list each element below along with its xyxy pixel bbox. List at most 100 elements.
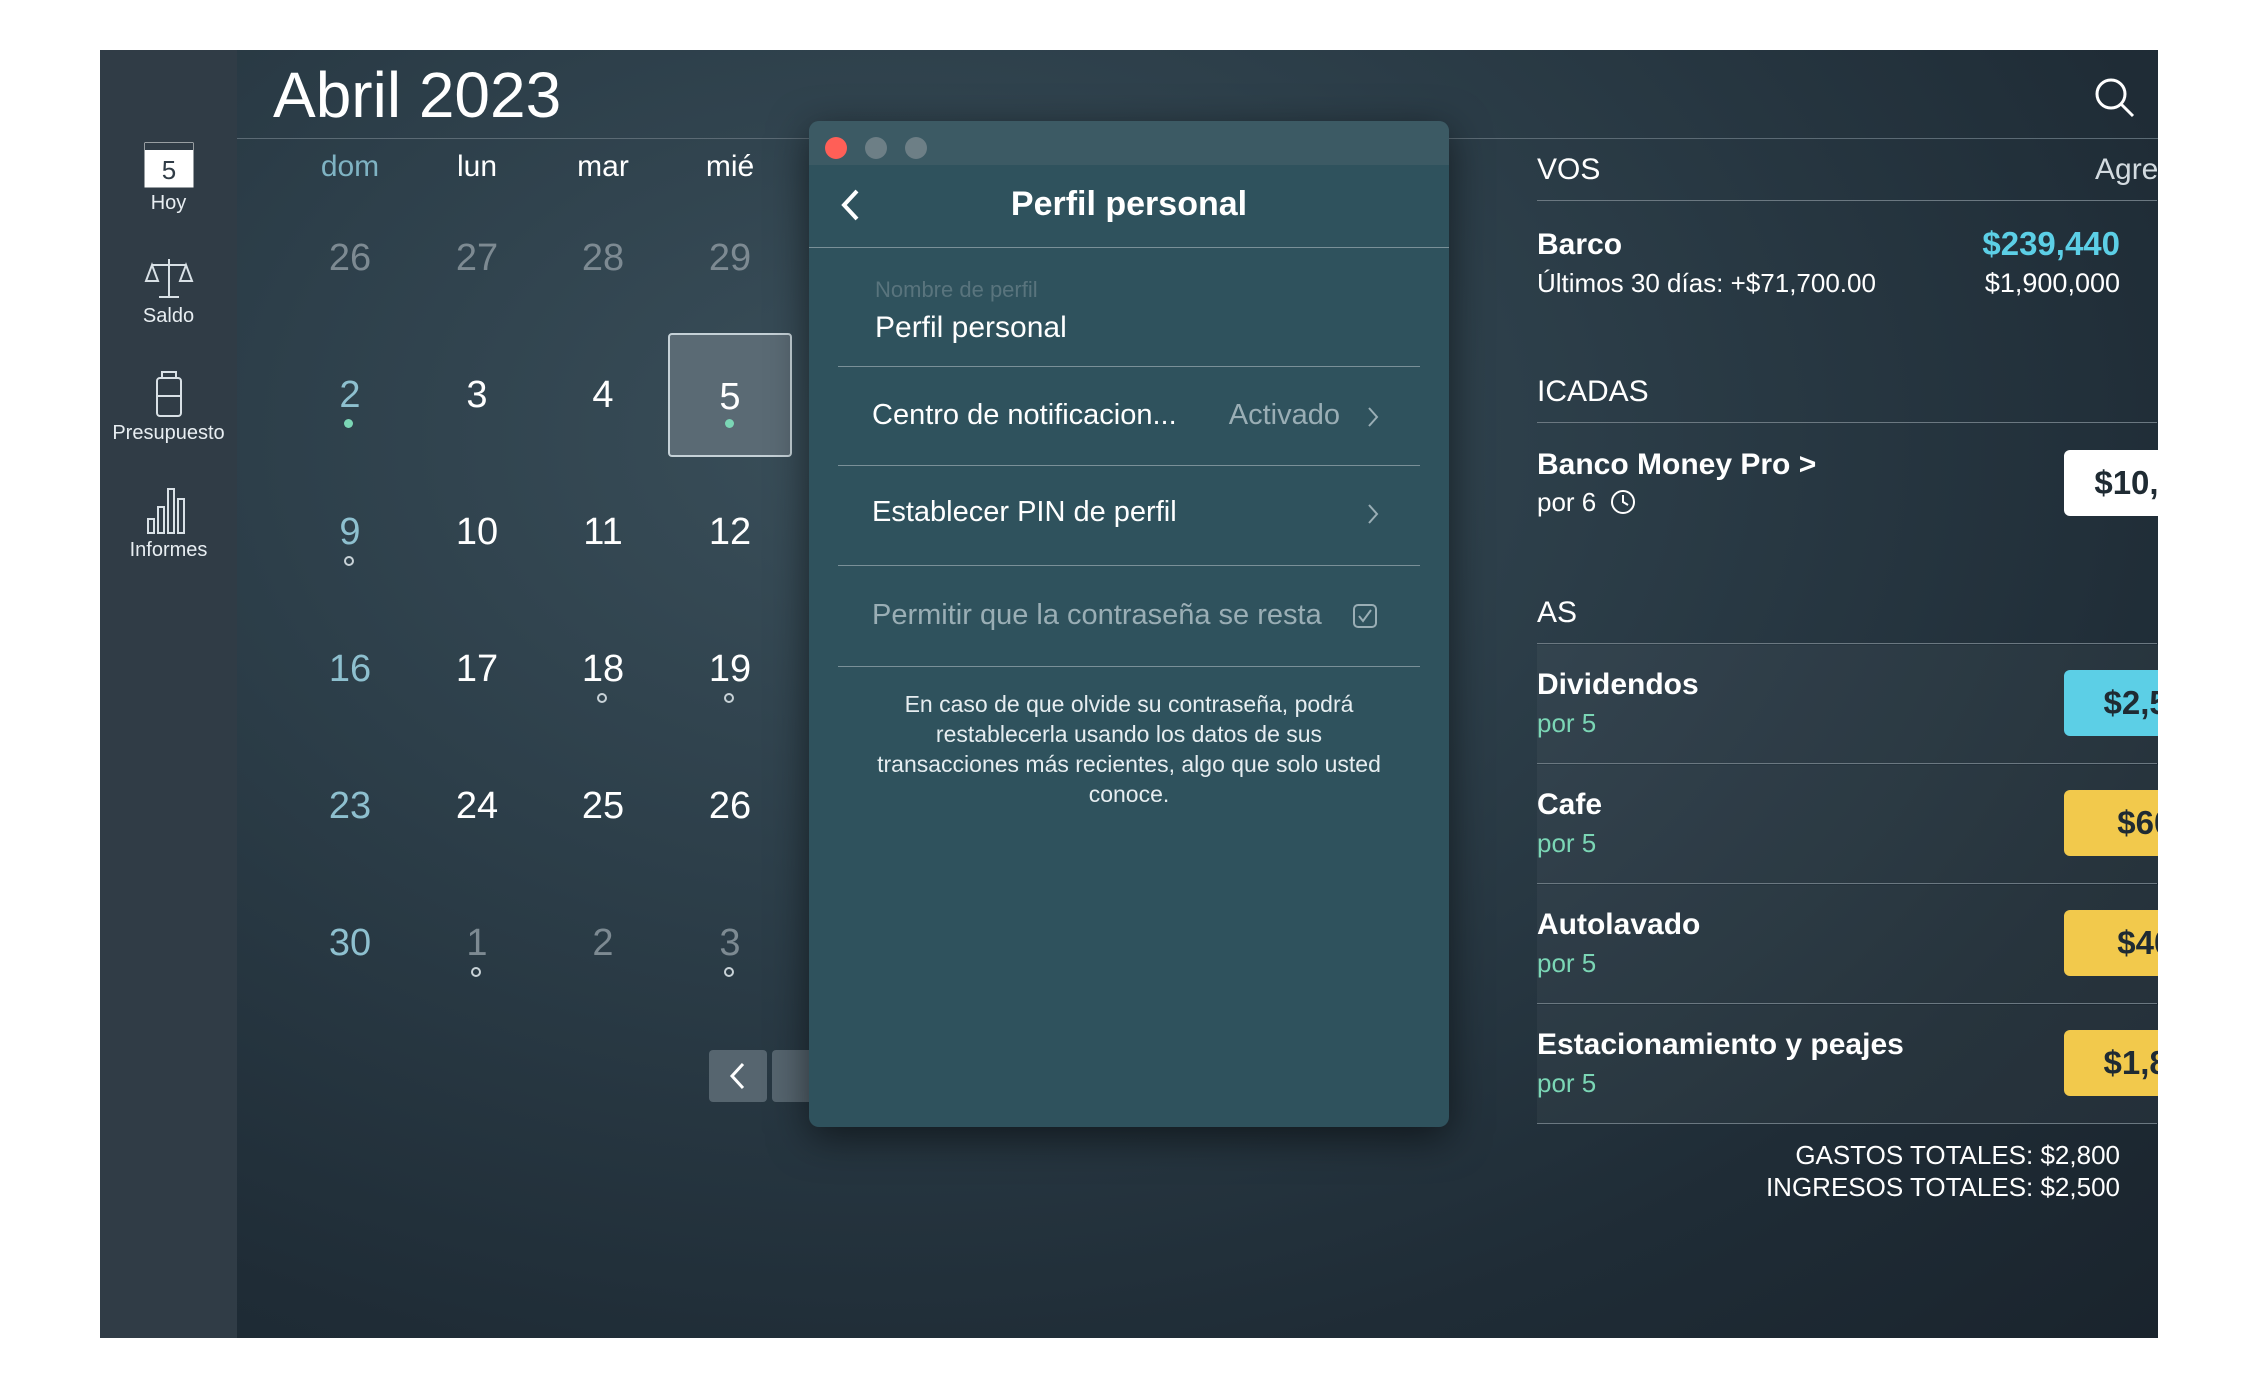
calendar-day[interactable]: 30 [288, 881, 412, 1005]
item-sub: por 5 [1537, 828, 1597, 858]
reset-password-row[interactable]: Permitir que la contraseña se resta [838, 566, 1420, 662]
dialog-header: Perfil personal [809, 165, 1449, 248]
asset-value: $239,440 [1982, 225, 2120, 262]
calendar-today-icon: 5 [144, 142, 193, 188]
calendar-day[interactable]: 3 [668, 881, 792, 1005]
notifications-value: Activado [1228, 399, 1340, 431]
item-amount-button[interactable]: $600 [2064, 790, 2158, 856]
checkbox-checked-icon[interactable] [1352, 603, 1378, 629]
calendar-day[interactable]: 26 [288, 196, 412, 320]
section-title-scheduled: ICADAS [1537, 375, 1649, 408]
search-icon[interactable] [2087, 70, 2143, 126]
item-sub: por 5 [1537, 1068, 1597, 1098]
asset-name[interactable]: Barco [1537, 228, 1622, 262]
balance-scale-icon [144, 259, 193, 298]
reset-password-label: Permitir que la contraseña se resta [872, 599, 1322, 631]
item-sub: por 5 [1537, 948, 1597, 978]
calendar-day[interactable]: 19 [668, 607, 792, 731]
chevron-right-icon [1368, 407, 1379, 427]
event-dot [597, 693, 607, 703]
calendar-day[interactable]: 2 [288, 333, 412, 457]
chevron-right-icon [1368, 504, 1379, 524]
budget-jar-icon [155, 371, 182, 417]
profile-name-placeholder: Nombre de perfil [875, 277, 1038, 302]
sidebar-item-reports[interactable]: Informes [100, 485, 237, 562]
prev-month-button[interactable] [709, 1050, 767, 1102]
calendar-day[interactable]: 1 [415, 881, 539, 1005]
calendar-day[interactable]: 25 [541, 744, 665, 868]
item-amount-button[interactable]: $400 [2064, 910, 2158, 976]
calendar-day[interactable]: 27 [415, 196, 539, 320]
asset-change: Últimos 30 días: +$71,700.00 [1537, 268, 1876, 298]
event-dot [471, 967, 481, 977]
totals-income: INGRESOS TOTALES: $2,500 [1765, 1172, 2120, 1202]
calendar-day[interactable]: 4 [541, 333, 665, 457]
calendar-day[interactable]: 9 [288, 470, 412, 594]
item-name: Cafe [1537, 788, 1603, 821]
sidebar-item-label: Hoy [150, 192, 187, 214]
calendar-day[interactable]: 23 [288, 744, 412, 868]
divider [1537, 422, 2157, 423]
notifications-row[interactable]: Centro de notificacion... Activado [838, 367, 1420, 463]
event-dot [344, 419, 353, 428]
zoom-window-button[interactable] [905, 137, 927, 159]
bar-chart-icon [146, 488, 185, 534]
calendar-day[interactable]: 24 [415, 744, 539, 868]
event-dot [724, 693, 734, 703]
close-window-button[interactable] [825, 137, 847, 159]
sidebar-item-today[interactable]: 5 Hoy [100, 142, 237, 215]
calendar-day[interactable]: 2 [541, 881, 665, 1005]
weekday-header: dom [320, 150, 380, 183]
calendar-day[interactable]: 29 [668, 196, 792, 320]
item-name: Estacionamiento y peajes [1537, 1028, 1904, 1061]
calendar-day[interactable]: 10 [415, 470, 539, 594]
calendar-day[interactable]: 16 [288, 607, 412, 731]
weekday-header: lun [456, 150, 498, 183]
calendar-day[interactable]: 3 [415, 333, 539, 457]
sidebar-item-budget[interactable]: Presupuesto [100, 370, 237, 445]
totals-expenses: GASTOS TOTALES: $2,800 [1795, 1140, 2120, 1170]
item-name: Autolavado [1537, 908, 1701, 941]
calendar-day[interactable]: 26 [668, 744, 792, 868]
item-amount-button[interactable]: $2,500 [2064, 670, 2158, 736]
scheduled-amount-button[interactable]: $10,000 [2064, 450, 2158, 516]
calendar-day-selected[interactable]: 5 [668, 333, 792, 457]
minimize-window-button[interactable] [865, 137, 887, 159]
divider [1537, 1123, 2157, 1124]
notifications-label: Centro de notificacion... [872, 399, 1177, 431]
event-dot [725, 419, 734, 428]
item-sub: por 5 [1537, 708, 1597, 738]
weekday-header: mié [705, 150, 755, 183]
divider [838, 666, 1420, 667]
sidebar-item-balance[interactable]: Saldo [100, 255, 237, 328]
calendar-day[interactable]: 11 [541, 470, 665, 594]
svg-text:5: 5 [161, 155, 175, 185]
help-text: En caso de que olvide su contraseña, pod… [877, 691, 1381, 807]
sidebar-item-label: Presupuesto [112, 422, 225, 444]
add-link[interactable]: Agregar [2095, 153, 2158, 187]
year-label: 2023 [418, 59, 562, 131]
profile-name-field[interactable]: Perfil personal [875, 311, 1415, 345]
asset-total: $1,900,000 [1984, 268, 2120, 298]
divider [1537, 643, 2157, 644]
divider [1537, 763, 2157, 764]
scheduled-name[interactable]: Banco Money Pro > [1537, 448, 1816, 482]
sidebar-item-label: Saldo [142, 305, 195, 327]
dialog-title: Perfil personal [1010, 185, 1248, 223]
calendar-day[interactable]: 18 [541, 607, 665, 731]
set-pin-row[interactable]: Establecer PIN de perfil [838, 466, 1420, 562]
calendar-day[interactable]: 28 [541, 196, 665, 320]
calendar-day[interactable]: 12 [668, 470, 792, 594]
divider [1537, 883, 2157, 884]
calendar-day[interactable]: 17 [415, 607, 539, 731]
chevron-left-icon [729, 1062, 745, 1090]
item-amount-button[interactable]: $1,800 [2064, 1030, 2158, 1096]
dialog-titlebar [809, 121, 1449, 165]
event-dot [724, 967, 734, 977]
clock-icon [1610, 490, 1635, 514]
weekday-header: mar [577, 150, 629, 183]
event-dot [344, 556, 354, 566]
divider [1537, 200, 2157, 201]
profile-dialog: Perfil personal Nombre de perfil Perfil … [809, 121, 1449, 1127]
set-pin-label: Establecer PIN de perfil [872, 496, 1177, 528]
